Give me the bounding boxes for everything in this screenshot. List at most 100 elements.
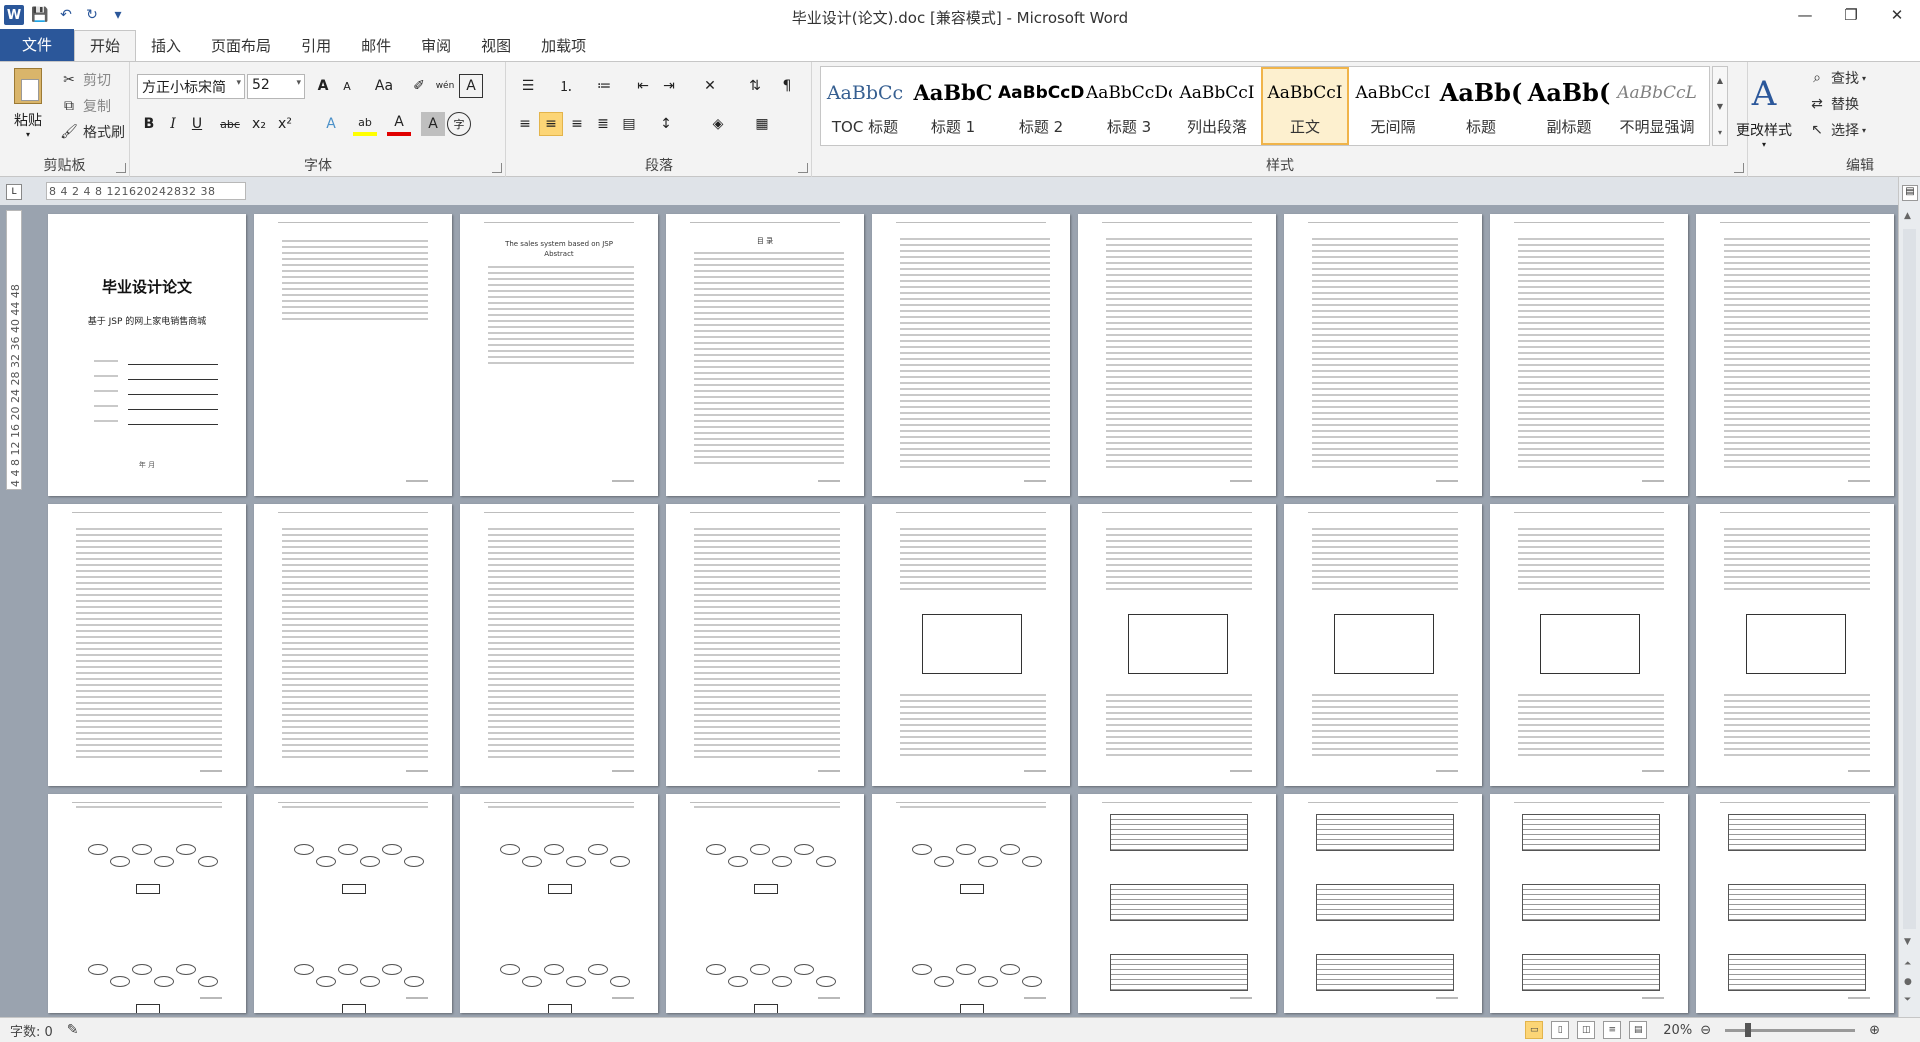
- document-page[interactable]: [666, 504, 864, 786]
- style-title[interactable]: AaBb( 标题: [1437, 67, 1525, 145]
- document-page[interactable]: [460, 794, 658, 1013]
- close-button[interactable]: ✕: [1874, 0, 1920, 30]
- distributed-icon[interactable]: ▤: [617, 112, 641, 136]
- prev-page-icon[interactable]: ⏶: [1904, 959, 1911, 969]
- borders-icon[interactable]: ▦: [747, 112, 777, 136]
- document-page[interactable]: [254, 504, 452, 786]
- shading-icon[interactable]: ◈: [703, 112, 733, 136]
- style-heading-3[interactable]: AaBbCcDc 标题 3: [1085, 67, 1173, 145]
- bullets-icon[interactable]: ☰: [513, 74, 543, 98]
- document-page[interactable]: [872, 214, 1070, 496]
- align-left-icon[interactable]: ≡: [513, 112, 537, 136]
- change-styles-button[interactable]: A 更改样式 ▾: [1722, 68, 1806, 149]
- numbering-icon[interactable]: ⒈: [551, 74, 581, 98]
- text-effect-button[interactable]: A: [319, 112, 343, 136]
- tab-references[interactable]: 引用: [286, 31, 346, 61]
- bold-button[interactable]: B: [137, 112, 161, 136]
- restore-button[interactable]: ❐: [1828, 0, 1874, 30]
- show-marks-icon[interactable]: ¶: [775, 74, 799, 98]
- superscript-button[interactable]: x²: [273, 112, 297, 136]
- zoom-slider[interactable]: [1725, 1022, 1856, 1037]
- char-border-button[interactable]: A: [459, 74, 483, 98]
- align-right-icon[interactable]: ≡: [565, 112, 589, 136]
- document-page[interactable]: [1078, 214, 1276, 496]
- clear-format-button[interactable]: ✐: [407, 74, 431, 98]
- scroll-up-icon[interactable]: ▲: [1904, 211, 1911, 221]
- tab-file[interactable]: 文件: [0, 29, 75, 61]
- style-toc-heading[interactable]: AaBbCc TOC 标题: [821, 67, 909, 145]
- proofing-icon[interactable]: ✎: [67, 1022, 79, 1038]
- style-subtle-emphasis[interactable]: AaBbCcL 不明显强调: [1613, 67, 1701, 145]
- clipboard-launcher-icon[interactable]: [116, 163, 126, 173]
- next-page-icon[interactable]: ⏷: [1904, 995, 1911, 1005]
- redo-icon[interactable]: ↻: [82, 5, 102, 25]
- decrease-indent-icon[interactable]: ⇤: [631, 74, 655, 98]
- document-page[interactable]: [666, 794, 864, 1013]
- change-case-button[interactable]: Aa: [369, 74, 399, 98]
- tab-selector[interactable]: L: [6, 184, 22, 200]
- full-screen-reading-icon[interactable]: ▯: [1551, 1021, 1570, 1039]
- font-launcher-icon[interactable]: [492, 163, 502, 173]
- print-layout-icon[interactable]: ▭: [1525, 1021, 1544, 1039]
- document-page[interactable]: [872, 504, 1070, 786]
- document-page[interactable]: [1284, 794, 1482, 1013]
- document-page[interactable]: [254, 214, 452, 496]
- increase-indent-icon[interactable]: ⇥: [657, 74, 681, 98]
- vertical-scrollbar[interactable]: ▤ ▲ ▼ ⏶ ● ⏷: [1898, 177, 1920, 1017]
- justify-icon[interactable]: ≣: [591, 112, 615, 136]
- sort-icon[interactable]: ⇅: [743, 74, 767, 98]
- cut-button[interactable]: ✂ 剪切: [58, 68, 111, 92]
- style-heading-1[interactable]: AaBbC 标题 1: [909, 67, 997, 145]
- grow-font-button[interactable]: A: [311, 74, 335, 98]
- document-page[interactable]: [1696, 504, 1894, 786]
- format-painter-button[interactable]: 🖌 格式刷: [58, 120, 125, 144]
- tab-page-layout[interactable]: 页面布局: [196, 31, 286, 61]
- save-icon[interactable]: 💾: [30, 5, 50, 25]
- horizontal-ruler[interactable]: 8 4 2 4 8 121620242832 38: [46, 182, 246, 200]
- phonetic-guide-button[interactable]: wén: [433, 74, 457, 98]
- document-page[interactable]: [1490, 504, 1688, 786]
- document-page[interactable]: [1284, 504, 1482, 786]
- document-page[interactable]: [1284, 214, 1482, 496]
- scroll-track[interactable]: [1903, 229, 1916, 929]
- style-normal[interactable]: AaBbCcI 正文: [1261, 67, 1349, 145]
- zoom-in-icon[interactable]: ⊕: [1869, 1023, 1880, 1038]
- font-name-combo[interactable]: 方正小标宋简 ▾: [137, 74, 245, 99]
- highlight-button[interactable]: ab: [353, 112, 377, 136]
- paste-button[interactable]: 粘贴 ▾: [8, 68, 48, 139]
- customize-qat-icon[interactable]: ▾: [108, 5, 128, 25]
- tab-addins[interactable]: 加载项: [526, 31, 601, 61]
- subscript-button[interactable]: x₂: [247, 112, 271, 136]
- zoom-level[interactable]: 20%: [1663, 1023, 1692, 1038]
- ruler-toggle-icon[interactable]: ▤: [1902, 185, 1918, 201]
- line-spacing-icon[interactable]: ↕: [651, 112, 681, 136]
- tab-mailings[interactable]: 邮件: [346, 31, 406, 61]
- document-page[interactable]: [872, 794, 1070, 1013]
- word-app-icon[interactable]: W: [4, 5, 24, 25]
- enclose-char-button[interactable]: 字: [447, 112, 471, 136]
- select-button[interactable]: ↖ 选择 ▾: [1806, 118, 1866, 142]
- document-page[interactable]: [48, 794, 246, 1013]
- zoom-out-icon[interactable]: ⊖: [1700, 1023, 1711, 1038]
- paragraph-launcher-icon[interactable]: [798, 163, 808, 173]
- shrink-font-button[interactable]: A: [335, 74, 359, 98]
- document-page[interactable]: 毕业设计论文 基于 JSP 的网上家电销售商城年 月: [48, 214, 246, 496]
- document-page[interactable]: [460, 504, 658, 786]
- tab-insert[interactable]: 插入: [136, 31, 196, 61]
- document-page[interactable]: [254, 794, 452, 1013]
- tab-view[interactable]: 视图: [466, 31, 526, 61]
- web-layout-icon[interactable]: ◫: [1577, 1021, 1596, 1039]
- document-page[interactable]: 目 录: [666, 214, 864, 496]
- scroll-down-icon[interactable]: ▼: [1904, 937, 1911, 947]
- vertical-ruler[interactable]: 4 4 8 12 16 20 24 28 32 36 40 44 48: [6, 210, 22, 490]
- tab-review[interactable]: 审阅: [406, 31, 466, 61]
- document-page[interactable]: [1490, 214, 1688, 496]
- underline-button[interactable]: U: [185, 112, 209, 136]
- font-color-button[interactable]: A: [387, 112, 411, 136]
- font-size-combo[interactable]: 52 ▾: [247, 74, 305, 99]
- tab-home[interactable]: 开始: [74, 30, 137, 61]
- style-no-spacing[interactable]: AaBbCcI 无间隔: [1349, 67, 1437, 145]
- style-subtitle[interactable]: AaBb( 副标题: [1525, 67, 1613, 145]
- document-page[interactable]: [1696, 214, 1894, 496]
- document-page[interactable]: [1696, 794, 1894, 1013]
